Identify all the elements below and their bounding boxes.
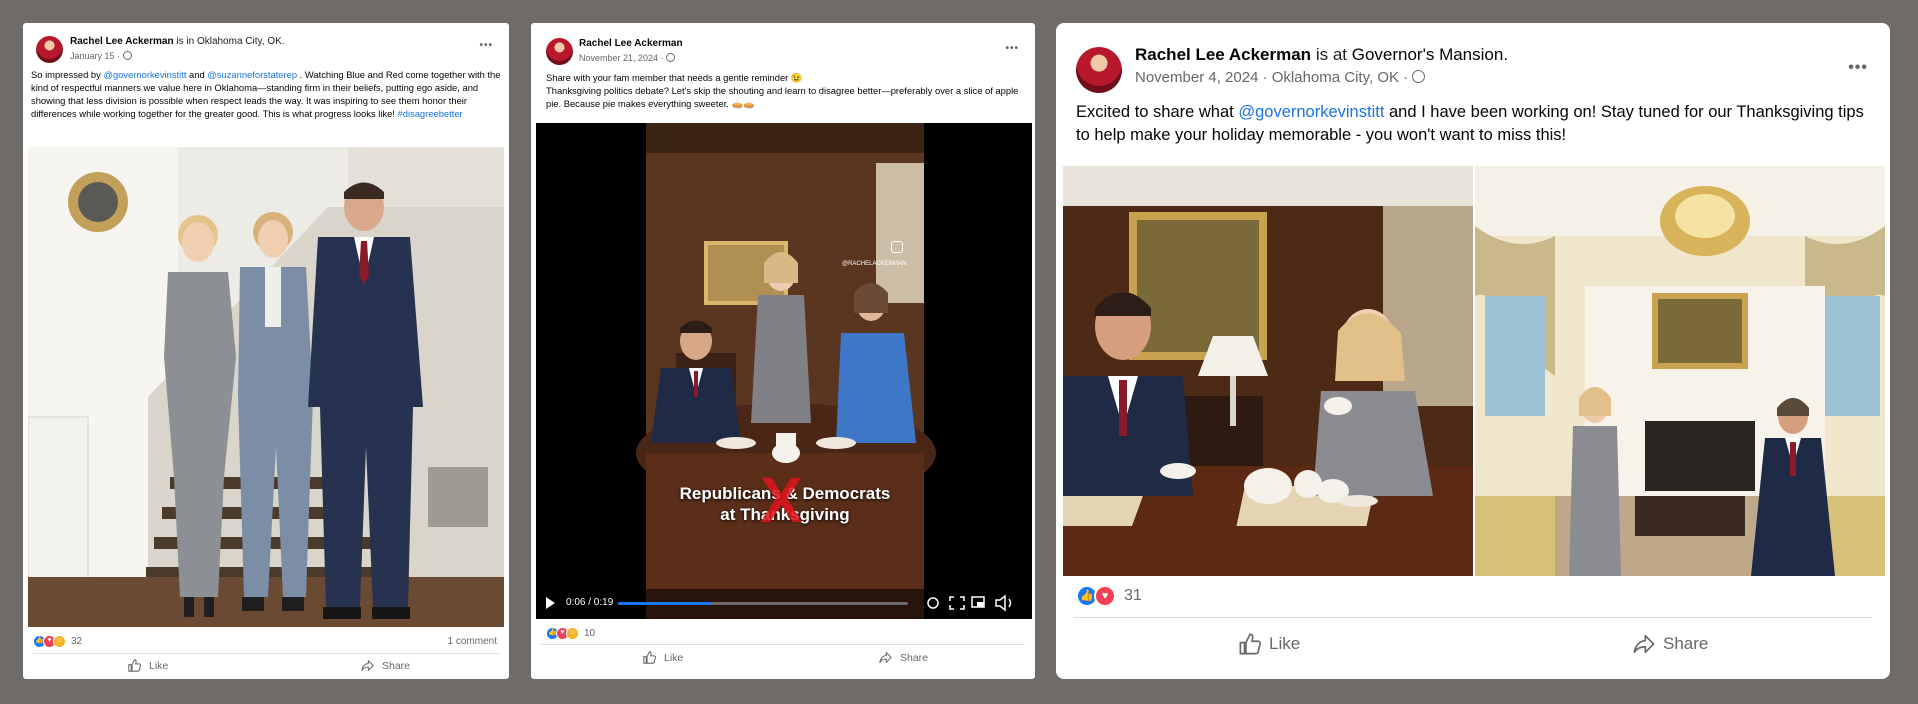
share-button[interactable]: Share	[361, 659, 410, 672]
post-meta: November 4, 2024 · Oklahoma City, OK ·	[1135, 69, 1426, 86]
hashtag-link[interactable]: #disagreebetter	[398, 108, 463, 119]
reaction-summary[interactable]: 👍 ♥ ☺ 10	[546, 627, 595, 640]
post-text: Excited to share what @governorkevinstit…	[1076, 103, 1864, 145]
post-date[interactable]: November 4, 2024 · Oklahoma City, OK ·	[1135, 69, 1408, 86]
cross-out-mark: X	[760, 464, 803, 536]
instagram-icon	[891, 241, 903, 253]
reaction-summary[interactable]: 👍 ♥ 31	[1076, 585, 1142, 607]
post-text: So impressed by @governorkevinstitt and …	[31, 69, 501, 119]
post-photo-right[interactable]	[1475, 166, 1885, 576]
post-date[interactable]: November 21, 2024 ·	[579, 53, 664, 63]
reaction-count: 10	[584, 628, 596, 639]
photo-tea-scene	[1063, 166, 1473, 576]
like-label: Like	[664, 651, 684, 664]
location-prefix: is in	[176, 36, 195, 47]
author-avatar[interactable]	[1076, 47, 1122, 93]
location-link[interactable]: Governor's Mansion.	[1352, 45, 1508, 64]
divider	[1074, 617, 1872, 618]
post-menu-button[interactable]: •••	[1848, 59, 1868, 77]
reaction-count: 31	[1124, 587, 1142, 604]
post-meta: January 15 ·	[70, 51, 132, 61]
comment-count[interactable]: 1 comment	[448, 636, 497, 647]
author-name[interactable]: Rachel Lee Ackerman	[1135, 45, 1311, 64]
thumbs-up-icon	[128, 659, 141, 672]
instagram-watermark: @RACHELACKERMAN	[842, 261, 907, 267]
mention-link[interactable]: @suzanneforstaterep	[207, 69, 297, 80]
author-avatar[interactable]	[36, 36, 63, 63]
share-arrow-icon	[1633, 634, 1655, 654]
mention-link[interactable]: @governorkevinstitt	[103, 69, 186, 80]
post-menu-button[interactable]: •••	[479, 40, 493, 51]
reaction-count: 32	[71, 636, 83, 647]
photo-staircase-scene	[28, 147, 504, 627]
photo-mansion-room	[1475, 166, 1885, 576]
divider	[33, 653, 499, 654]
post-text-line: Thanksgiving politics debate? Let's skip…	[546, 84, 1019, 109]
post-card-2: Rachel Lee Ackerman November 21, 2024 · …	[531, 23, 1035, 679]
author-line: Rachel Lee Ackerman is at Governor's Man…	[1135, 45, 1508, 65]
author-line: Rachel Lee Ackerman is in Oklahoma City,…	[70, 36, 285, 47]
care-reaction-icon: ☺	[53, 635, 66, 648]
share-label: Share	[382, 659, 411, 672]
share-label: Share	[1663, 634, 1709, 653]
globe-icon	[1412, 70, 1426, 83]
post-text: Share with your fam member that needs a …	[546, 72, 1026, 111]
location-prefix: is at	[1315, 45, 1347, 64]
share-button[interactable]: Share	[1633, 633, 1708, 655]
post-text-line: Share with your fam member that needs a …	[546, 72, 803, 83]
globe-icon	[122, 51, 132, 60]
haha-reaction-icon: ☺	[566, 627, 579, 640]
like-label: Like	[149, 659, 169, 672]
divider	[541, 644, 1025, 645]
share-arrow-icon	[361, 660, 374, 671]
author-name[interactable]: Rachel Lee Ackerman	[579, 38, 683, 49]
author-name[interactable]: Rachel Lee Ackerman	[70, 36, 174, 47]
post-date[interactable]: January 15 ·	[70, 51, 120, 61]
mention-link[interactable]: @governorkevinstitt	[1238, 103, 1384, 121]
video-player[interactable]: Republicans & Democrats at Thanksgiving …	[536, 123, 1032, 619]
post-photo-left[interactable]	[1063, 166, 1473, 576]
video-time: 0:06 / 0:19	[566, 597, 614, 608]
share-label: Share	[900, 651, 929, 664]
reaction-summary[interactable]: 👍 ♥ ☺ 32	[33, 635, 82, 648]
thumbs-up-icon	[1239, 633, 1261, 655]
post-menu-button[interactable]: •••	[1005, 43, 1019, 54]
post-meta: November 21, 2024 ·	[579, 53, 676, 63]
like-button[interactable]: Like	[1239, 633, 1300, 655]
like-button[interactable]: Like	[128, 659, 168, 672]
post-card-1: Rachel Lee Ackerman is in Oklahoma City,…	[23, 23, 509, 679]
video-progress	[618, 602, 711, 605]
post-photo[interactable]	[28, 147, 504, 627]
location-link[interactable]: Oklahoma City, OK.	[197, 36, 285, 47]
like-button[interactable]: Like	[643, 651, 683, 664]
globe-icon	[666, 53, 676, 62]
post-card-3: Rachel Lee Ackerman is at Governor's Man…	[1056, 23, 1890, 679]
like-label: Like	[1269, 634, 1301, 653]
share-arrow-icon	[879, 652, 892, 663]
share-button[interactable]: Share	[879, 651, 928, 664]
author-avatar[interactable]	[546, 38, 573, 65]
video-frame-dining-room	[536, 123, 1032, 619]
thumbs-up-icon	[643, 651, 656, 664]
love-reaction-icon: ♥	[1094, 585, 1116, 607]
